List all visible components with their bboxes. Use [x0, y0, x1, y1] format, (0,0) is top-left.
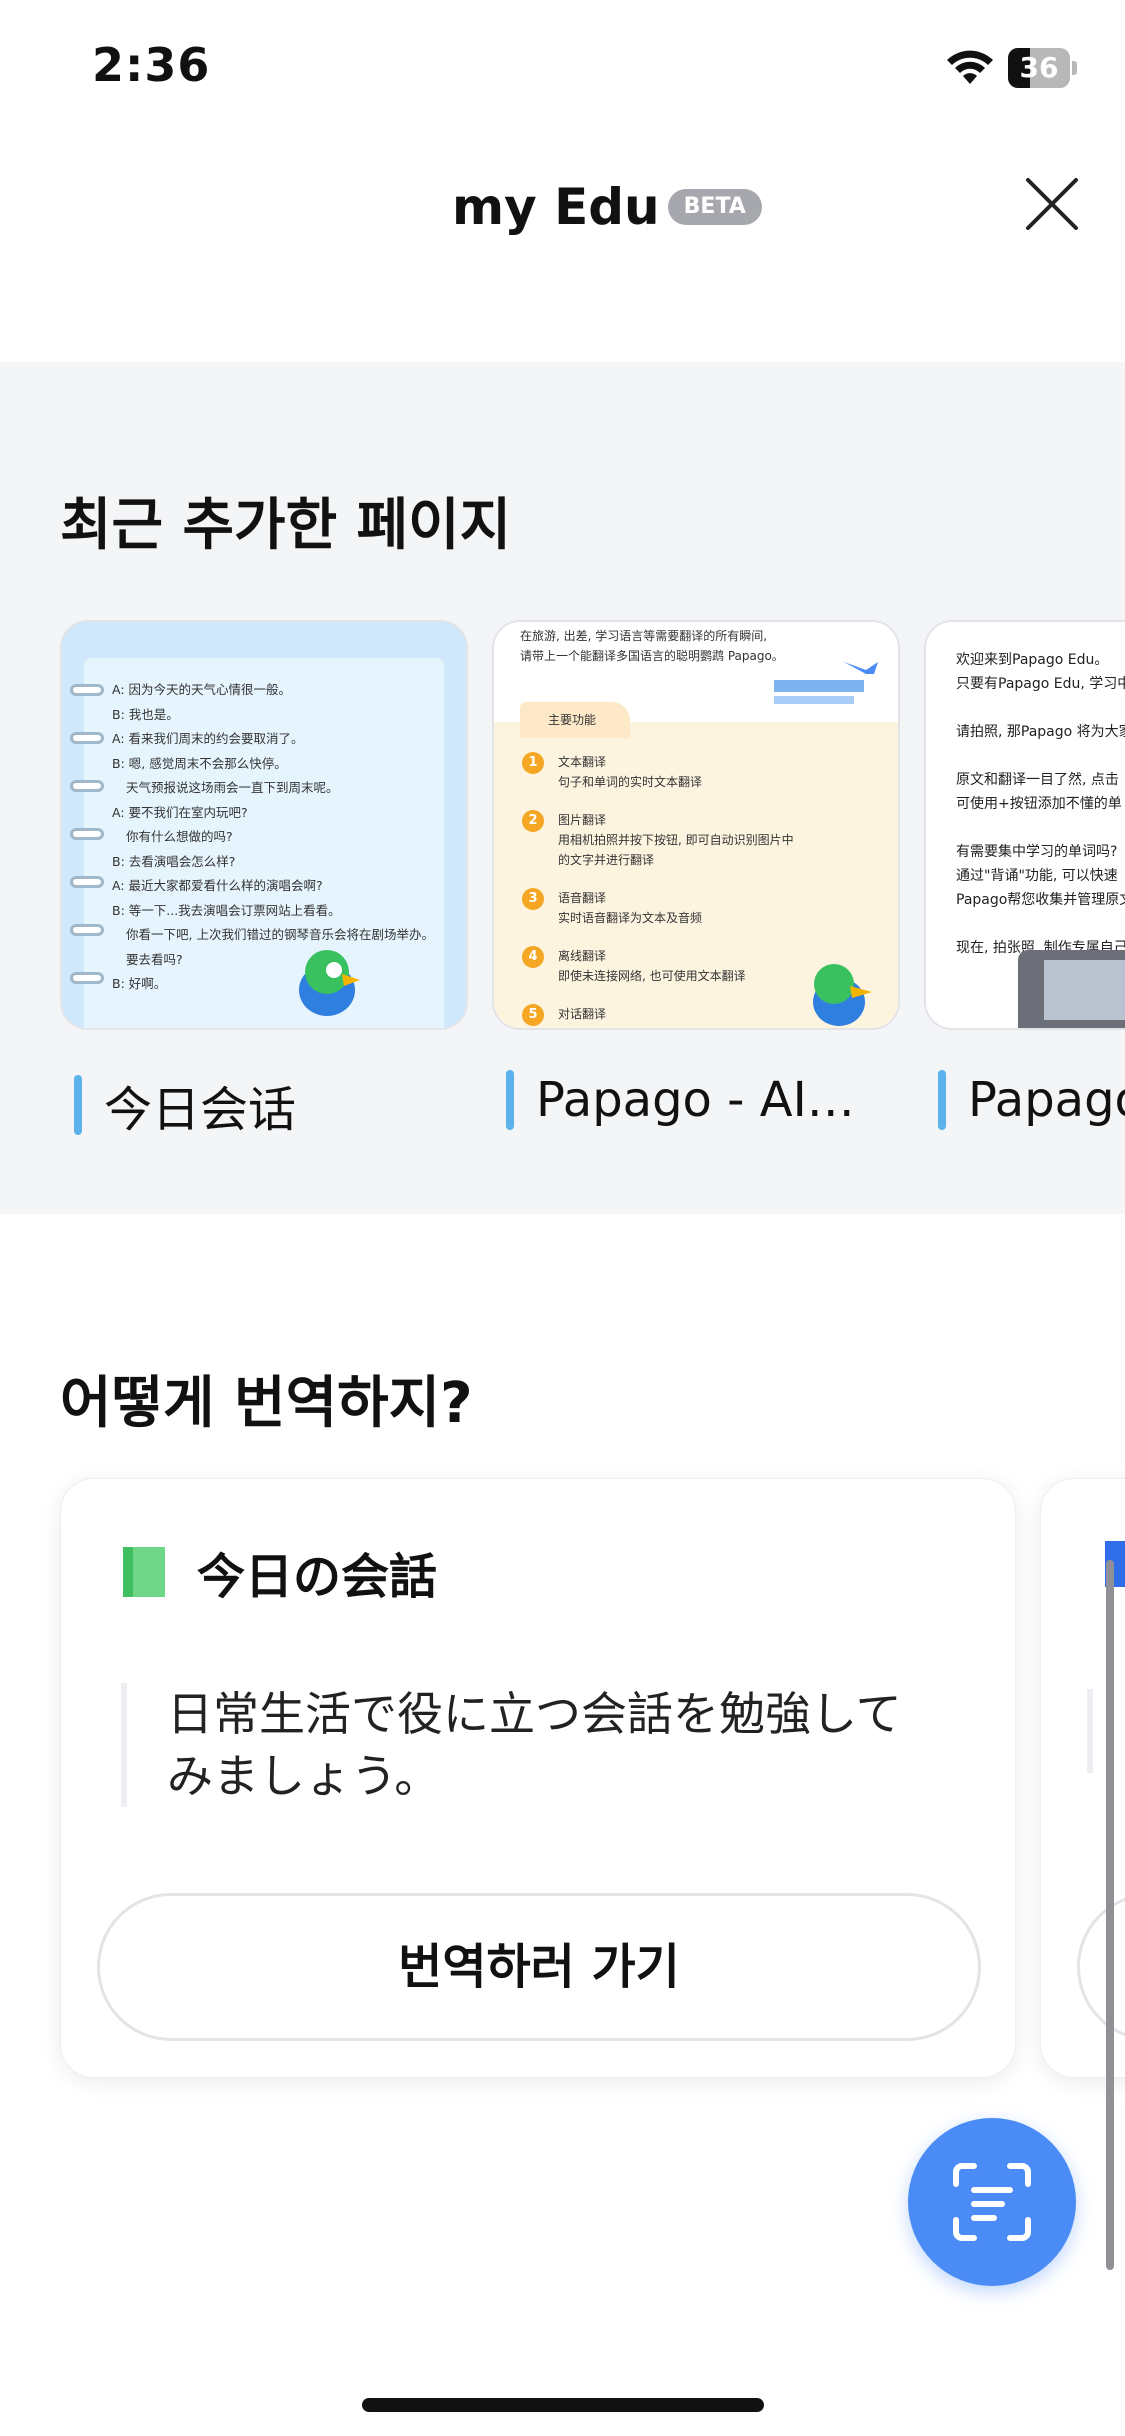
beta-badge: BETA [667, 189, 762, 225]
wifi-icon [947, 50, 993, 84]
card-title: 今日の会話 [197, 1549, 438, 1605]
thumbnail-text: 在旅游, 出差, 学习语言等需要翻译的所有瞬间, 请带上一个能翻译多国语言的聪明… [520, 629, 784, 663]
scan-text-icon [953, 2163, 1031, 2241]
card-description-block: 日常生活で役に立つ会話を勉強してみましょう。 [121, 1683, 921, 1807]
recent-page-card[interactable]: 在旅游, 出差, 学习语言等需要翻译的所有瞬间, 请带上一个能翻译多国语言的聪明… [492, 620, 900, 1130]
scan-button[interactable] [908, 2118, 1076, 2286]
card-description: 日常生活で役に立つ会話を勉強してみましょう。 [167, 1687, 902, 1803]
battery-indicator: 36 [1008, 48, 1077, 88]
page-label: 今日会话 [104, 1082, 297, 1138]
page-thumbnail: 欢迎来到Papago Edu。 只要有Papago Edu, 学习中 请拍照, … [924, 620, 1125, 1030]
scroll-indicator[interactable] [1106, 1560, 1114, 2270]
recent-page-card[interactable]: 欢迎来到Papago Edu。 只要有Papago Edu, 学习中 请拍照, … [924, 620, 1125, 1130]
close-icon[interactable] [1020, 172, 1084, 236]
battery-percent: 36 [1019, 51, 1059, 84]
recent-page-card[interactable]: A: 因为今天的天气心情很一般。 B: 我也是。 A: 看来我们周末的约会要取消… [60, 620, 468, 1138]
recent-pages-section: 최근 추가한 페이지 A: 因为今天的天气心情很一般。 B: 我也是。 A: 看… [0, 362, 1125, 1214]
page-label-row: Papago [938, 1070, 1125, 1130]
page-label: Papago [968, 1072, 1125, 1128]
page-thumbnail: 在旅游, 出差, 学习语言等需要翻译的所有瞬间, 请带上一个能翻译多国语言的聪明… [492, 620, 900, 1030]
next-card-button[interactable] [1077, 1893, 1125, 2041]
book-icon [123, 1547, 165, 1597]
screen: 2:36 36 my Edu BETA 최근 추가한 페이지 A: 因为今天的天… [0, 0, 1125, 2436]
how-to-translate-title: 어떻게 번역하지? [60, 1371, 473, 1436]
translate-guide-card[interactable]: 今日の会話 日常生活で役に立つ会話を勉強してみましょう。 번역하러 가기 [60, 1478, 1016, 2078]
recent-pages-title: 최근 추가한 페이지 [60, 493, 512, 558]
thumbnail-text: 欢迎来到Papago Edu。 只要有Papago Edu, 学习中 请拍照, … [956, 652, 1125, 956]
page-label-row: 今日会话 [74, 1070, 296, 1140]
header: my Edu BETA [0, 150, 1125, 270]
status-bar: 2:36 36 [0, 0, 1125, 140]
illustration [1018, 950, 1125, 1028]
header-title-group: my Edu BETA [452, 178, 762, 236]
parrot-icon [299, 950, 360, 1016]
page-label: Papago - AI… [536, 1072, 855, 1128]
thumbnail-text: A: 因为今天的天气心情很一般。 B: 我也是。 A: 看来我们周末的约会要取消… [112, 682, 434, 991]
plane-icon [774, 662, 878, 704]
page-label-row: Papago - AI… [506, 1070, 855, 1130]
status-time: 2:36 [92, 38, 211, 92]
page-thumbnail: A: 因为今天的天气心情很一般。 B: 我也是。 A: 看来我们周末的约会要取消… [60, 620, 468, 1030]
card-header: 今日の会話 [123, 1537, 437, 1607]
go-translate-button[interactable]: 번역하러 가기 [97, 1893, 981, 2041]
home-indicator [362, 2398, 764, 2412]
parrot-icon [813, 964, 872, 1026]
page-title: my Edu [452, 178, 660, 236]
